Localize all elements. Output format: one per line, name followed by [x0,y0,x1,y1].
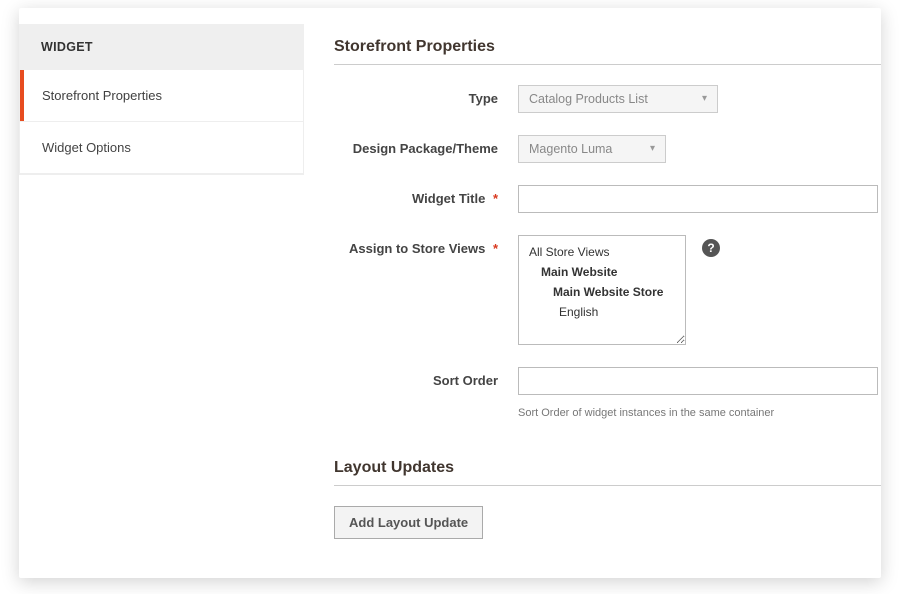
field-label-store-views: Assign to Store Views * [334,235,502,256]
store-views-multiselect[interactable]: All Store Views Main Website Main Websit… [518,235,686,345]
sidebar-tab-label: Storefront Properties [42,88,162,103]
type-select[interactable]: Catalog Products List ▾ [518,85,718,113]
main-content: Storefront Properties Type Catalog Produ… [304,8,881,578]
add-layout-update-button[interactable]: Add Layout Update [334,506,483,539]
field-widget-title: Widget Title * [334,185,881,213]
store-option-main-website[interactable]: Main Website [519,262,685,282]
required-icon: * [493,191,498,206]
sidebar: WIDGET Storefront Properties Widget Opti… [19,8,304,578]
sidebar-header: WIDGET [19,24,304,70]
sidebar-tab-widget-options[interactable]: Widget Options [20,122,303,174]
field-label-theme: Design Package/Theme [334,135,502,156]
field-store-views: Assign to Store Views * All Store Views … [334,235,881,345]
theme-select[interactable]: Magento Luma ▾ [518,135,666,163]
divider [334,64,881,65]
field-sort-order-hint-row: Sort Order of widget instances in the sa… [334,403,881,419]
sort-order-input[interactable] [518,367,878,395]
sidebar-tab-label: Widget Options [42,140,131,155]
field-label-widget-title: Widget Title * [334,185,502,206]
sort-order-hint: Sort Order of widget instances in the sa… [518,407,881,419]
widget-title-input[interactable] [518,185,878,213]
store-option-english[interactable]: English [519,302,685,322]
label-text: Design Package/Theme [353,141,498,156]
section-title-storefront: Storefront Properties [334,38,881,56]
store-option-main-store[interactable]: Main Website Store [519,282,685,302]
field-theme: Design Package/Theme Magento Luma ▾ [334,135,881,163]
divider [334,485,881,486]
sidebar-tab-storefront[interactable]: Storefront Properties [20,70,303,122]
help-icon[interactable]: ? [702,239,720,257]
field-label-type: Type [334,85,502,106]
chevron-down-icon: ▾ [702,94,707,104]
label-text: Type [469,91,498,106]
label-text: Widget Title [412,191,485,206]
store-option-all[interactable]: All Store Views [519,242,685,262]
required-icon: * [493,241,498,256]
section-title-layout-updates: Layout Updates [334,459,881,477]
label-text: Assign to Store Views [349,241,485,256]
chevron-down-icon: ▾ [650,144,655,154]
label-text: Sort Order [433,373,498,388]
field-type: Type Catalog Products List ▾ [334,85,881,113]
field-label-sort-order: Sort Order [334,367,502,388]
theme-select-value: Magento Luma [529,142,612,156]
field-sort-order: Sort Order [334,367,881,395]
type-select-value: Catalog Products List [529,92,648,106]
sidebar-tab-list: Storefront Properties Widget Options [19,70,304,175]
